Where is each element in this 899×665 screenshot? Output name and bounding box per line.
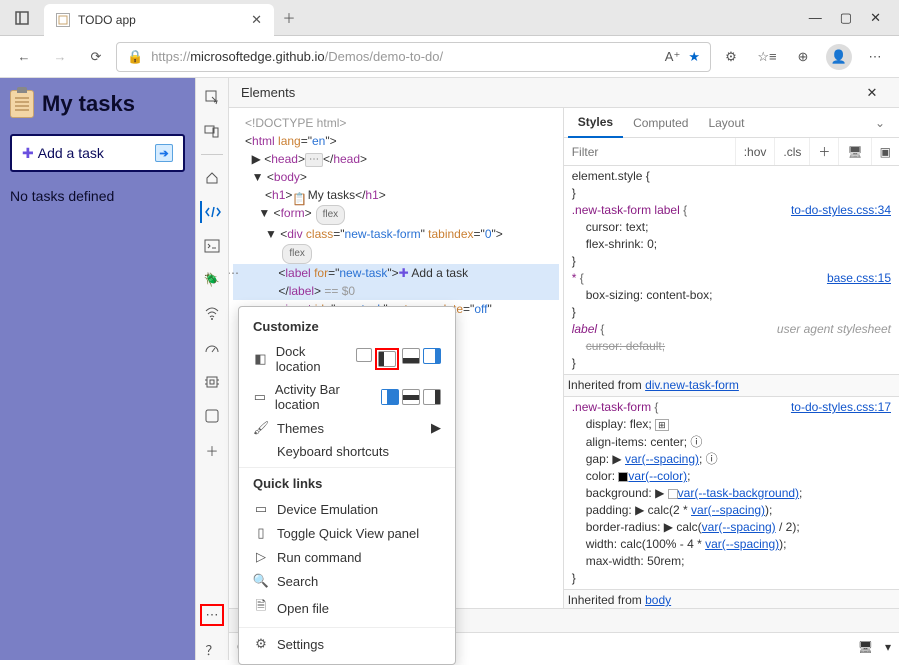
memory-icon[interactable] xyxy=(200,371,224,393)
styles-filter-input[interactable] xyxy=(564,145,735,159)
clipboard-icon xyxy=(10,90,34,118)
new-rule-icon[interactable]: ＋ xyxy=(809,138,838,165)
dock-bottom-option[interactable] xyxy=(402,348,420,364)
popup-section-quick: Quick links xyxy=(239,472,455,497)
tab-styles[interactable]: Styles xyxy=(568,108,623,138)
webpage-content: My tasks ✚Add a task ➔ No tasks defined xyxy=(0,78,195,660)
customize-devtools-button[interactable]: ⋯ xyxy=(200,604,224,626)
help-icon[interactable]: ？ xyxy=(200,638,224,660)
extensions-icon[interactable]: ⚙ xyxy=(715,41,747,73)
tab-layout[interactable]: Layout xyxy=(698,108,754,138)
more-tools-icon[interactable]: ＋ xyxy=(200,439,224,461)
styles-pane: Styles Computed Layout ⌄ :hov .cls ＋ 🖥 ▣… xyxy=(564,108,899,608)
search-icon: 🔍 xyxy=(253,573,269,589)
application-icon[interactable] xyxy=(200,405,224,427)
forward-button: → xyxy=(44,41,76,73)
tab-title: TODO app xyxy=(78,13,243,27)
device-icon: ▭ xyxy=(253,501,269,517)
tab-close-icon[interactable]: ✕ xyxy=(251,12,262,28)
ab-top-option[interactable] xyxy=(402,389,420,405)
device-emulation-item[interactable]: ▭Device Emulation xyxy=(239,497,455,521)
menu-icon[interactable]: ⋯ xyxy=(859,41,891,73)
profile-avatar[interactable]: 👤 xyxy=(823,41,855,73)
favorites-bar-icon[interactable]: ☆≡ xyxy=(751,41,783,73)
devtools-activity-bar: 🪲 ＋ ⋯ ？ xyxy=(195,78,229,660)
console-icon[interactable] xyxy=(200,235,224,257)
add-task-input[interactable]: ✚Add a task ➔ xyxy=(10,134,185,172)
collections-icon[interactable]: ⊕ xyxy=(787,41,819,73)
dock-right-option[interactable] xyxy=(423,348,441,364)
back-button[interactable]: ← xyxy=(8,41,40,73)
popup-section-customize: Customize xyxy=(239,315,455,340)
dock-location-item[interactable]: ◧ Dock location xyxy=(239,340,455,378)
reader-icon[interactable]: A⁺ xyxy=(665,49,681,65)
more-tabs-icon[interactable]: ⌄ xyxy=(865,108,895,138)
favorite-icon[interactable]: ★ xyxy=(688,49,700,65)
tab-favicon xyxy=(56,13,70,27)
drawer-collapse-icon[interactable]: ▾ xyxy=(885,640,891,654)
window-close-icon[interactable]: ✕ xyxy=(870,10,881,26)
run-icon: ▷ xyxy=(253,549,269,565)
drawer-computed-icon[interactable]: 🖥 xyxy=(858,640,873,654)
customize-popup: Customize ◧ Dock location ▭ Activity Bar… xyxy=(238,306,456,665)
performance-icon[interactable] xyxy=(200,337,224,359)
browser-toolbar: ← → ⟳ 🔒 https://microsoftedge.github.io/… xyxy=(0,36,899,78)
device-toggle-icon[interactable] xyxy=(200,120,224,142)
network-icon[interactable] xyxy=(200,303,224,325)
tab-actions-icon[interactable] xyxy=(0,11,44,25)
open-file-item[interactable]: 🗎Open file xyxy=(239,593,455,623)
dock-undock-option[interactable] xyxy=(356,348,372,362)
chevron-right-icon: ▶ xyxy=(431,420,441,436)
window-minimize-icon[interactable]: — xyxy=(809,10,822,26)
close-devtools-button[interactable]: ✕ xyxy=(857,78,887,108)
cls-toggle[interactable]: .cls xyxy=(774,138,809,165)
run-command-item[interactable]: ▷Run command xyxy=(239,545,455,569)
dock-left-option[interactable] xyxy=(378,351,396,367)
lock-icon: 🔒 xyxy=(127,49,143,65)
activity-bar-location-item[interactable]: ▭ Activity Bar location xyxy=(239,378,455,416)
hov-toggle[interactable]: :hov xyxy=(735,138,775,165)
browser-tab[interactable]: TODO app ✕ xyxy=(44,4,274,36)
address-bar[interactable]: 🔒 https://microsoftedge.github.io/Demos/… xyxy=(116,42,711,72)
computed-toggle-icon[interactable]: 🖥 xyxy=(838,138,870,165)
toggle-quickview-item[interactable]: ▯Toggle Quick View panel xyxy=(239,521,455,545)
sources-icon[interactable]: 🪲 xyxy=(200,269,224,291)
rendering-icon[interactable]: ▣ xyxy=(871,138,899,165)
welcome-icon[interactable] xyxy=(200,167,224,189)
ab-right-option[interactable] xyxy=(423,389,441,405)
settings-item[interactable]: ⚙Settings xyxy=(239,632,455,656)
page-title: My tasks xyxy=(10,90,185,118)
file-icon: 🗎 xyxy=(253,597,269,619)
themes-icon: 🖌 xyxy=(253,420,269,436)
refresh-button[interactable]: ⟳ xyxy=(80,41,112,73)
inspect-icon[interactable] xyxy=(200,86,224,108)
keyboard-shortcuts-item[interactable]: Keyboard shortcuts xyxy=(239,440,455,463)
gear-icon: ⚙ xyxy=(253,636,269,652)
dock-icon: ◧ xyxy=(253,351,268,367)
panel-icon: ▯ xyxy=(253,525,269,541)
submit-task-button[interactable]: ➔ xyxy=(155,144,173,162)
new-tab-button[interactable]: ＋ xyxy=(274,8,304,27)
themes-item[interactable]: 🖌 Themes ▶ xyxy=(239,416,455,440)
search-item[interactable]: 🔍Search xyxy=(239,569,455,593)
browser-titlebar: TODO app ✕ ＋ — ▢ ✕ xyxy=(0,0,899,36)
tab-computed[interactable]: Computed xyxy=(623,108,698,138)
activity-bar-icon: ▭ xyxy=(253,389,267,405)
ab-left-option[interactable] xyxy=(381,389,399,405)
elements-icon[interactable] xyxy=(200,201,224,223)
empty-state-text: No tasks defined xyxy=(10,188,185,204)
panel-title: Elements xyxy=(241,85,295,100)
window-maximize-icon[interactable]: ▢ xyxy=(840,10,852,26)
